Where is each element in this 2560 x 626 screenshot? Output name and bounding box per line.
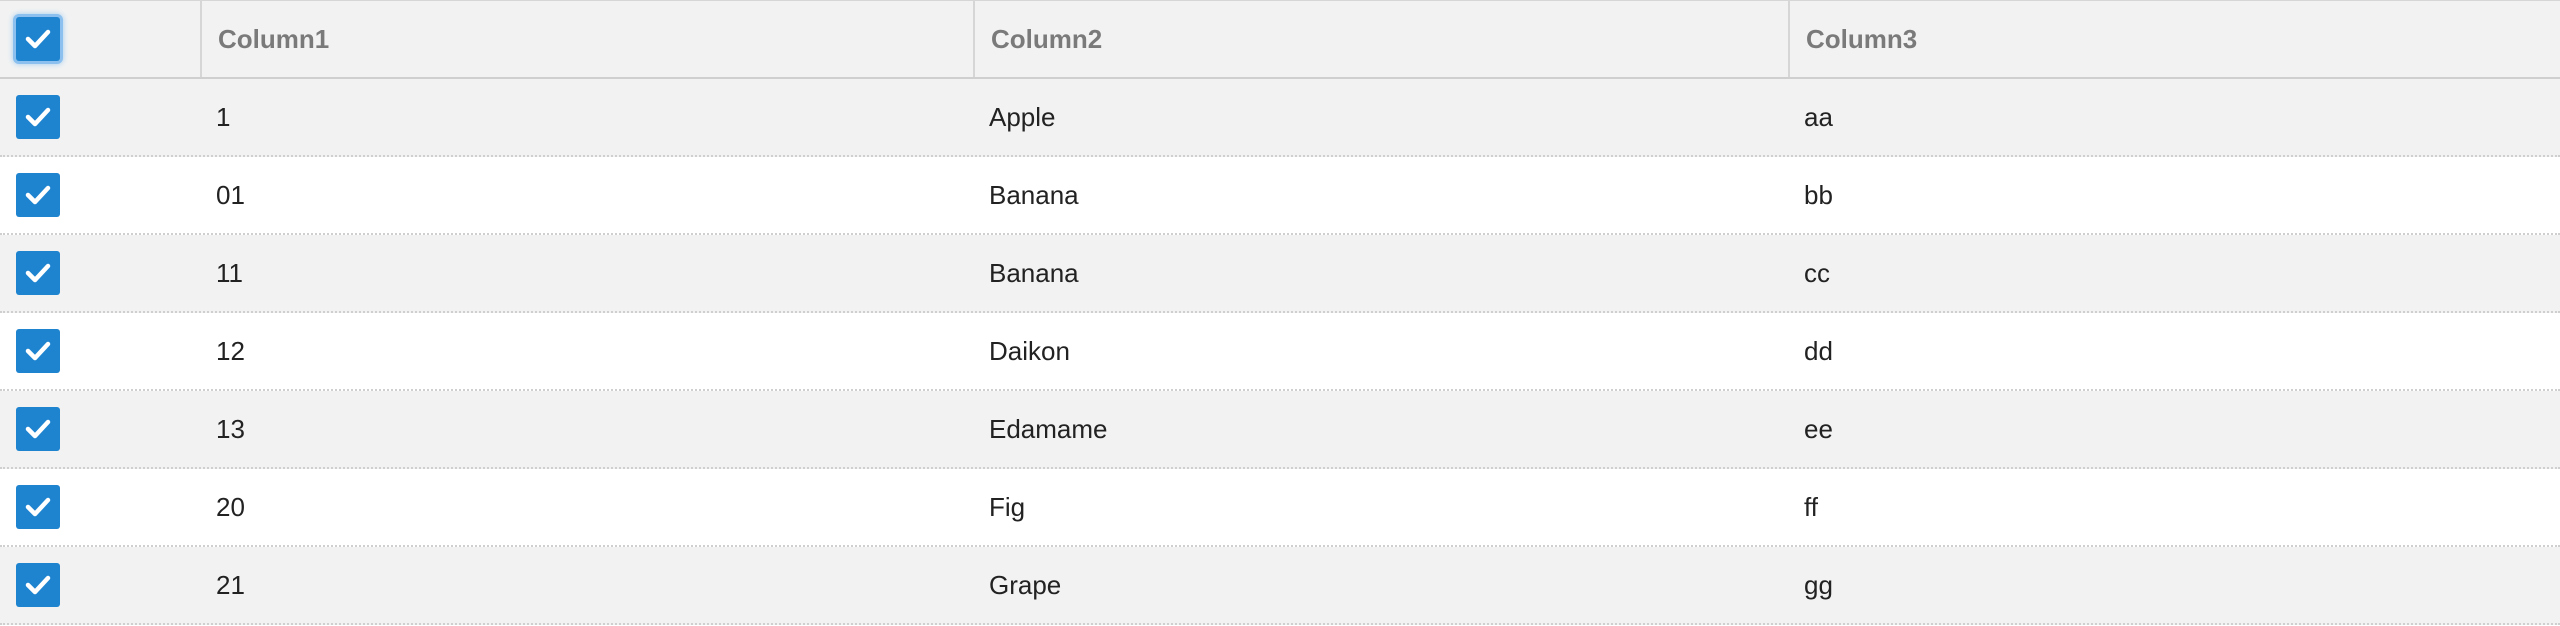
row-checkbox[interactable] — [16, 407, 60, 451]
row-checkbox[interactable] — [16, 485, 60, 529]
row-select-cell — [0, 313, 200, 389]
cell-column1: 13 — [216, 413, 245, 444]
cell-column2: Apple — [989, 101, 1056, 132]
data-grid: Column1 Column2 Column3 1 Apple aa 01 Ba… — [0, 0, 2560, 625]
cell-column2: Grape — [989, 569, 1062, 600]
checkmark-icon — [25, 29, 51, 49]
checkmark-icon — [25, 107, 51, 127]
row-select-cell — [0, 235, 200, 311]
cell-column1: 21 — [216, 569, 245, 600]
cell-column3: ff — [1804, 491, 1818, 522]
cell-column2: Daikon — [989, 335, 1070, 366]
checkmark-icon — [25, 341, 51, 361]
checkmark-icon — [25, 185, 51, 205]
cell-column1: 01 — [216, 179, 245, 210]
checkmark-icon — [25, 419, 51, 439]
checkmark-icon — [25, 575, 51, 595]
select-all-checkbox[interactable] — [16, 17, 60, 61]
cell-column3: gg — [1804, 569, 1833, 600]
row-select-cell — [0, 547, 200, 623]
table-row[interactable]: 21 Grape gg — [0, 547, 2560, 625]
cell-column3: cc — [1804, 257, 1830, 288]
row-select-cell — [0, 157, 200, 233]
cell-column3: ee — [1804, 413, 1833, 444]
row-select-cell — [0, 79, 200, 155]
row-checkbox[interactable] — [16, 95, 60, 139]
column-header-2[interactable]: Column2 — [973, 1, 1788, 77]
cell-column1: 20 — [216, 491, 245, 522]
row-checkbox[interactable] — [16, 563, 60, 607]
table-row[interactable]: 1 Apple aa — [0, 79, 2560, 157]
select-all-cell — [0, 1, 200, 77]
cell-column2: Fig — [989, 491, 1026, 522]
table-row[interactable]: 20 Fig ff — [0, 469, 2560, 547]
table-row[interactable]: 12 Daikon dd — [0, 313, 2560, 391]
cell-column3: bb — [1804, 179, 1833, 210]
cell-column2: Edamame — [989, 413, 1108, 444]
cell-column2: Banana — [989, 257, 1079, 288]
cell-column1: 11 — [216, 257, 243, 288]
row-checkbox[interactable] — [16, 173, 60, 217]
cell-column1: 12 — [216, 335, 245, 366]
cell-column2: Banana — [989, 179, 1079, 210]
column-header-3[interactable]: Column3 — [1788, 1, 2560, 77]
cell-column3: dd — [1804, 335, 1833, 366]
table-row[interactable]: 13 Edamame ee — [0, 391, 2560, 469]
table-row[interactable]: 01 Banana bb — [0, 157, 2560, 235]
table-row[interactable]: 11 Banana cc — [0, 235, 2560, 313]
row-select-cell — [0, 391, 200, 467]
row-checkbox[interactable] — [16, 251, 60, 295]
checkmark-icon — [25, 263, 51, 283]
row-select-cell — [0, 469, 200, 545]
cell-column1: 1 — [216, 101, 231, 132]
checkmark-icon — [25, 497, 51, 517]
row-checkbox[interactable] — [16, 329, 60, 373]
column-header-1[interactable]: Column1 — [200, 1, 973, 77]
cell-column3: aa — [1804, 101, 1833, 132]
grid-header-row: Column1 Column2 Column3 — [0, 1, 2560, 79]
